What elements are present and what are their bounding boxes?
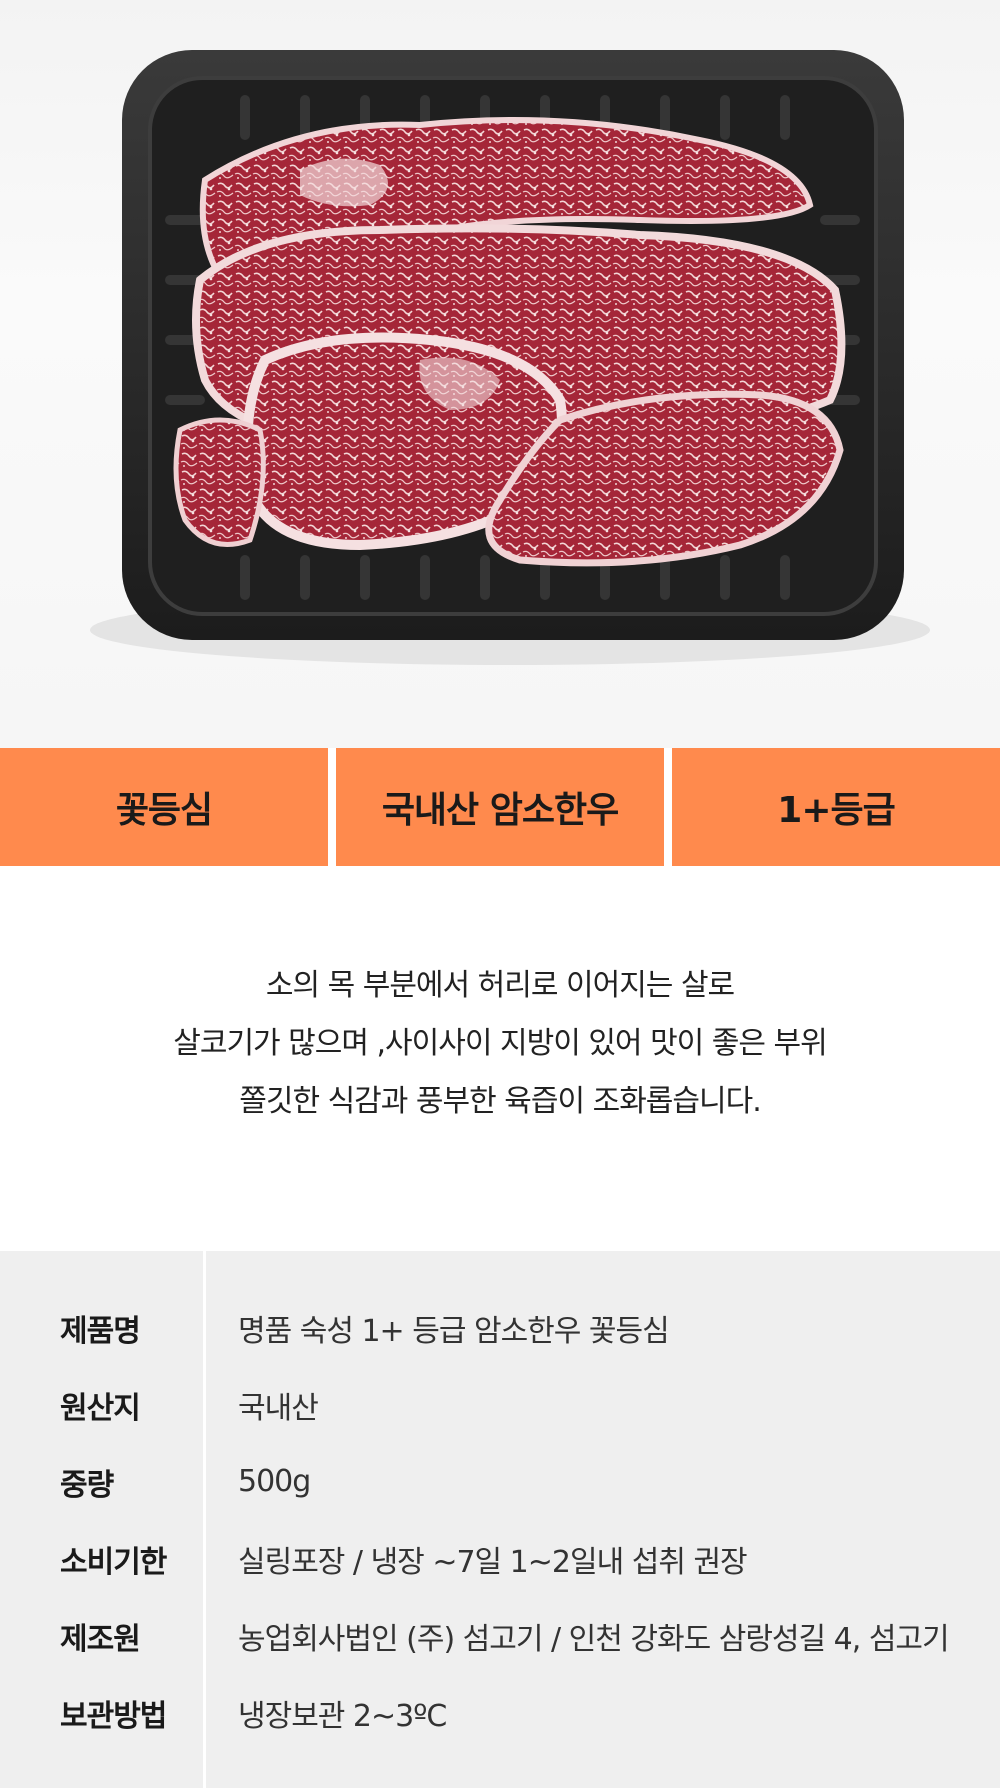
info-row-weight: 중량 500g (0, 1443, 1000, 1520)
info-value: 국내산 (238, 1390, 319, 1426)
info-row-storage: 보관방법 냉장보관 2~3ºC (0, 1674, 1000, 1751)
info-value: 냉장보관 2~3ºC (238, 1698, 447, 1734)
info-divider (203, 1251, 206, 1788)
description-line: 소의 목 부분에서 허리로 이어지는 살로 (265, 967, 735, 1003)
info-value: 실링포장 / 냉장 ~7일 1~2일내 섭취 권장 (238, 1544, 748, 1580)
description-line: 살코기가 많으며 ,사이사이 지방이 있어 맛이 좋은 부위 (173, 1025, 827, 1061)
info-row-origin: 원산지 국내산 (0, 1366, 1000, 1443)
info-value: 농업회사법인 (주) 섬고기 / 인천 강화도 삼랑성길 4, 섬고기 (238, 1621, 950, 1657)
info-value: 500g (238, 1464, 311, 1499)
tag-origin: 국내산 암소한우 (336, 748, 664, 866)
description-line: 쫄깃한 식감과 풍부한 육즙이 조화롭습니다. (239, 1083, 761, 1119)
info-row-name: 제품명 명품 숙성 1+ 등급 암소한우 꽃등심 (0, 1289, 1000, 1366)
info-row-manufacturer: 제조원 농업회사법인 (주) 섬고기 / 인천 강화도 삼랑성길 4, 섬고기 (0, 1597, 1000, 1674)
product-description: 소의 목 부분에서 허리로 이어지는 살로 살코기가 많으며 ,사이사이 지방이… (0, 866, 1000, 1251)
product-tags: 꽃등심 국내산 암소한우 1+등급 (0, 748, 1000, 866)
tag-cut: 꽃등심 (0, 748, 328, 866)
beef-tray-photo (90, 50, 930, 665)
info-value: 명품 숙성 1+ 등급 암소한우 꽃등심 (238, 1313, 670, 1349)
product-hero (0, 0, 1000, 748)
product-info-table: 제품명 명품 숙성 1+ 등급 암소한우 꽃등심 원산지 국내산 중량 500g… (0, 1251, 1000, 1788)
tag-grade: 1+등급 (672, 748, 1000, 866)
info-row-expiry: 소비기한 실링포장 / 냉장 ~7일 1~2일내 섭취 권장 (0, 1520, 1000, 1597)
